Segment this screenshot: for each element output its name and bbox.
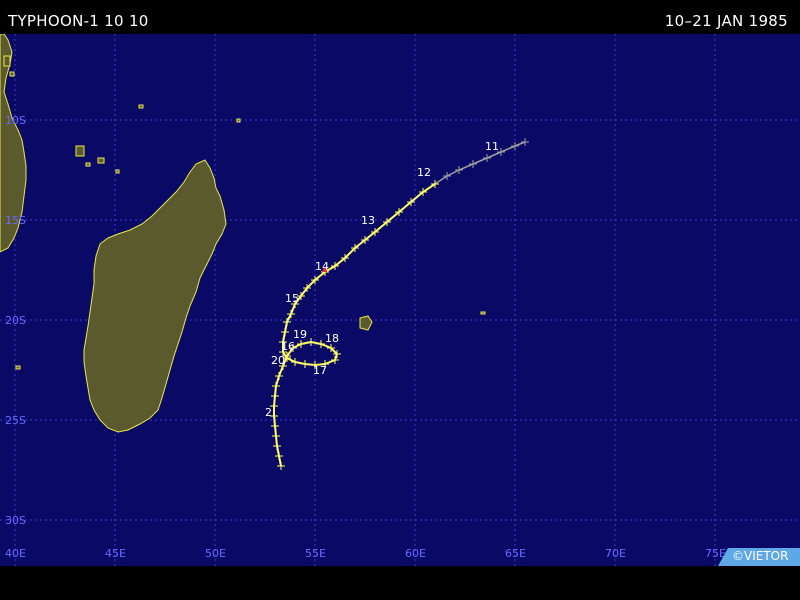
lat-label: 15S [5,214,26,227]
lon-label: 70E [605,547,626,560]
map-title: TYPHOON-1 10 10 [8,12,149,30]
day-label: 14 [315,260,329,273]
island-zanzibar [9,71,15,77]
island-coastal-2 [15,365,21,370]
island-rodrigues [480,311,486,315]
day-label: 16 [281,340,295,353]
date-range: 10–21 JAN 1985 [664,12,788,30]
lon-label: 50E [205,547,226,560]
island-comoros-3 [85,162,91,167]
lat-label: 30S [5,514,26,527]
lon-label: 60E [405,547,426,560]
day-label: 11 [485,140,499,153]
island-comoros-2 [97,157,105,164]
island-small-1 [115,169,120,174]
footer-bar [0,566,800,600]
header-bar: TYPHOON-1 10 10 10–21 JAN 1985 [0,0,800,34]
lat-label: 20S [5,314,26,327]
day-label: 15 [285,292,299,305]
lon-label: 40E [5,547,26,560]
lon-label: 55E [305,547,326,560]
lon-label: 45E [105,547,126,560]
map-canvas: 11 12 13 14 15 16 18 19 20 17 2 40E 45E 50E 55E 60E 65E… [0,33,800,566]
day-label: 20 [271,354,285,367]
lat-label: 10S [5,114,26,127]
lat-label: 25S [5,414,26,427]
island-small-2 [236,118,241,123]
day-label: 2 [265,406,272,419]
island-coastal-1 [3,55,11,67]
day-label: 18 [325,332,339,345]
day-label: 19 [293,328,307,341]
lon-label: 65E [505,547,526,560]
island-seychelles [138,104,144,109]
day-label: 17 [313,364,327,377]
credit-badge: ©VIETOR [718,548,800,566]
day-label: 12 [417,166,431,179]
island-comoros-1 [75,145,85,157]
credit-text: ©VIETOR [732,549,789,563]
day-label: 13 [361,214,375,227]
